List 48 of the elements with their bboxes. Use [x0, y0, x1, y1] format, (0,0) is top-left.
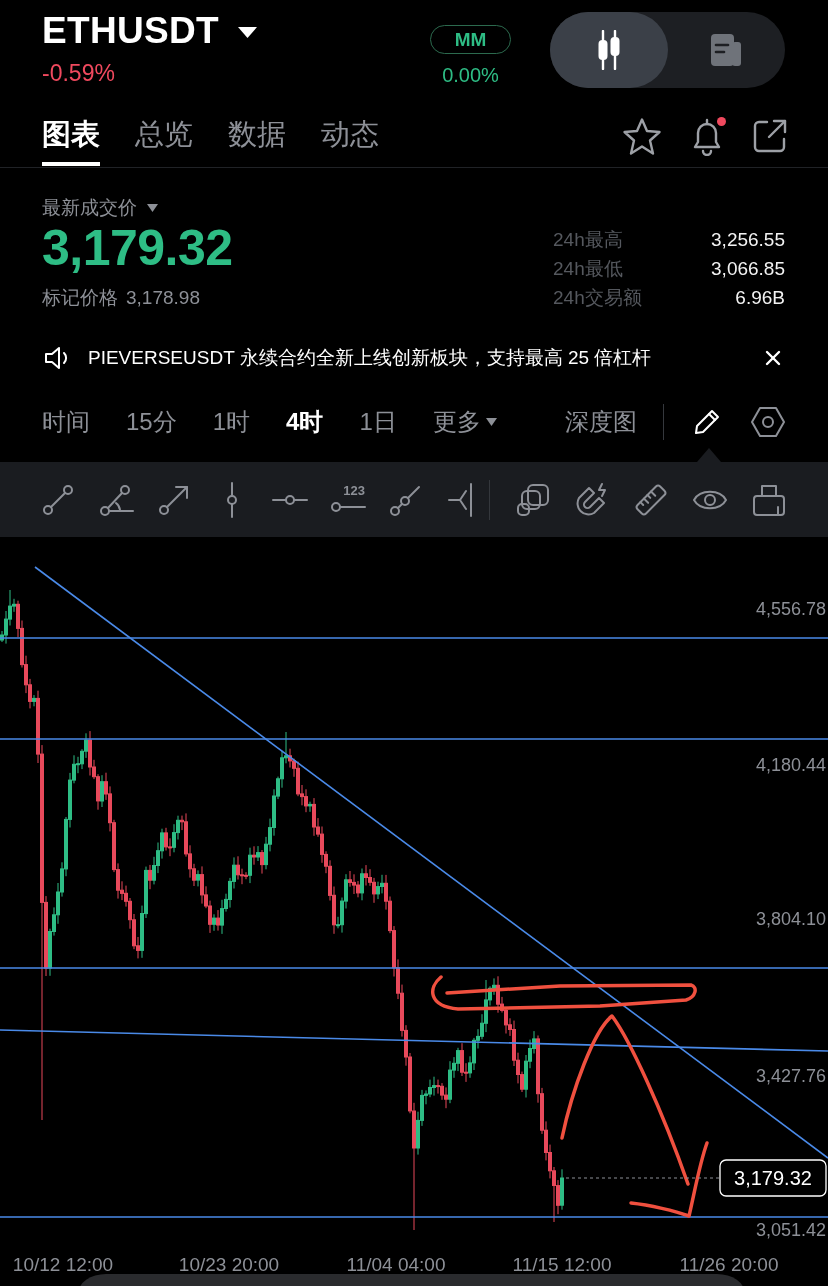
interval-tab[interactable]: 时间	[42, 407, 90, 437]
caret-icon	[485, 418, 497, 426]
section-tab[interactable]: 总览	[135, 117, 193, 166]
number-label-tool[interactable]: 123	[330, 481, 366, 518]
share-icon[interactable]	[752, 118, 788, 154]
more-intervals-button[interactable]: 更多	[432, 407, 497, 437]
document-icon	[711, 34, 742, 66]
price-axis-label: 3,427.76	[755, 1066, 826, 1086]
time-axis-label: 11/15 12:00	[512, 1253, 612, 1275]
time-axis-label: 10/23 20:00	[178, 1253, 280, 1275]
dropdown-caret-icon[interactable]	[237, 26, 257, 38]
time-axis-label: 11/04 04:00	[346, 1253, 446, 1275]
announcement-text[interactable]: PIEVERSEUSDT 永续合约全新上线创新板块，支持最高 25 倍杠杆	[88, 345, 652, 371]
caret-icon[interactable]	[147, 204, 158, 212]
last-price-label[interactable]: 最新成交价	[42, 196, 137, 220]
close-icon[interactable]	[765, 350, 781, 366]
time-axis-label: 11/26 20:00	[679, 1253, 779, 1275]
time-axis-label: 10/12 12:00	[12, 1253, 114, 1275]
mark-price-value: 3,178.98	[126, 286, 200, 310]
price-axis-label: 4,180.44	[755, 755, 826, 775]
interval-tab[interactable]: 15分	[126, 407, 177, 437]
badge-percentage: 0.00%	[442, 63, 499, 88]
stat-label: 24h最高	[553, 227, 623, 252]
interval-tab[interactable]: 1时	[212, 407, 251, 437]
section-tab[interactable]: 图表	[42, 117, 100, 166]
current-price-label: 3,179.32	[719, 1159, 827, 1197]
price-axis-label: 3,051.42	[755, 1220, 826, 1240]
interval-tab[interactable]: 4时	[286, 407, 324, 437]
star-icon[interactable]	[622, 116, 662, 156]
price-axis-label: 3,804.10	[755, 909, 826, 929]
pencil-icon[interactable]	[693, 408, 721, 436]
settings-icon[interactable]	[751, 405, 785, 439]
point-line-icon	[330, 499, 366, 514]
stat-value: 3,066.85	[711, 257, 785, 280]
price-change: -0.59%	[42, 59, 115, 88]
interval-tab[interactable]: 1日	[359, 407, 397, 437]
price-axis-label: 4,556.78	[755, 599, 826, 619]
last-price: 3,179.32	[42, 220, 233, 276]
stat-label: 24h最低	[553, 256, 623, 281]
symbol-title[interactable]: ETHUSDT	[42, 9, 219, 53]
stat-value: 3,256.55	[711, 228, 785, 251]
mark-price-label: 标记价格	[42, 286, 118, 310]
section-tab[interactable]: 动态	[321, 117, 379, 166]
stat-value: 6.96B	[735, 286, 785, 309]
layers-icon[interactable]	[515, 481, 551, 518]
depth-chart-tab[interactable]: 深度图	[565, 407, 637, 437]
section-tab[interactable]: 数据	[228, 117, 286, 166]
stat-label: 24h交易额	[553, 285, 642, 310]
